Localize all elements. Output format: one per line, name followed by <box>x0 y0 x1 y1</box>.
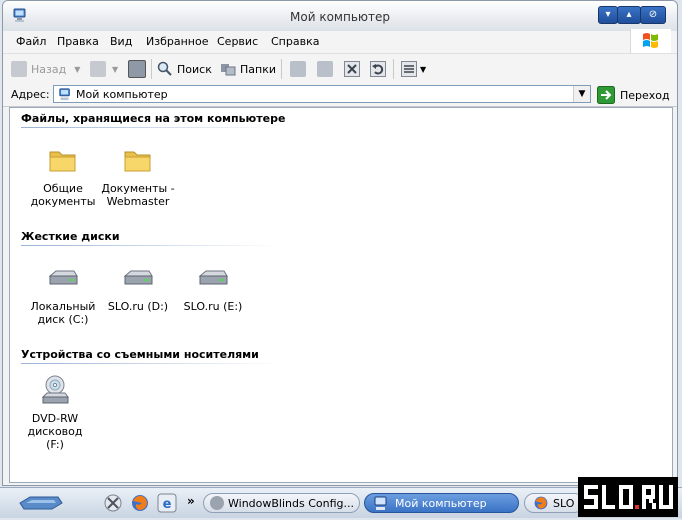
address-bar: Адрес: Мой компьютер ▼ Переход <box>3 84 677 107</box>
quicklaunch-settings[interactable] <box>103 493 123 513</box>
item-label: SLO.ru (E:) <box>183 300 243 313</box>
menu-file[interactable]: Файл <box>16 35 46 48</box>
toolbar: Назад ▼ ▼ Поиск Папки ▼ <box>3 54 677 85</box>
group-divider <box>21 245 281 246</box>
svg-text:e: e <box>163 497 172 512</box>
file-view[interactable]: Файлы, хранящиеся на этом компьютере Общ… <box>9 107 673 483</box>
group-divider <box>21 363 281 364</box>
quicklaunch-firefox[interactable] <box>130 493 150 513</box>
minimize-button[interactable]: ▾ <box>598 6 618 24</box>
undo-icon <box>370 61 386 77</box>
window-title: Мой компьютер <box>290 10 390 24</box>
address-value: Мой компьютер <box>76 88 168 101</box>
item-label: Локальный диск (C:) <box>30 300 96 326</box>
move-to-icon <box>290 61 306 77</box>
windowblinds-icon <box>210 496 224 510</box>
task-firefox[interactable]: SLO <box>524 493 584 513</box>
tools-icon <box>104 494 122 512</box>
menu-tools[interactable]: Сервис <box>217 35 258 48</box>
go-label: Переход <box>620 88 670 102</box>
start-logo-icon <box>19 496 63 510</box>
go-button[interactable]: Переход <box>597 86 670 104</box>
task-label: WindowBlinds Config... <box>228 496 354 510</box>
views-icon <box>401 61 417 77</box>
quicklaunch-ie[interactable]: e <box>157 493 177 513</box>
chevron-down-icon: ▼ <box>74 64 81 74</box>
search-label: Поиск <box>177 62 212 76</box>
windows-logo-icon <box>630 29 671 53</box>
menu-edit[interactable]: Правка <box>57 35 99 48</box>
back-arrow-icon <box>11 61 27 77</box>
my-computer-icon <box>59 88 70 101</box>
slo-ru-watermark-logo <box>578 477 678 517</box>
start-button[interactable] <box>18 493 64 513</box>
firefox-icon <box>132 495 148 511</box>
folder-icon <box>49 151 76 172</box>
group-title-files: Файлы, хранящиеся на этом компьютере <box>21 112 286 125</box>
delete-icon <box>344 61 360 77</box>
menu-view[interactable]: Вид <box>110 35 132 48</box>
restore-button[interactable]: ▴ <box>617 6 641 24</box>
up-button[interactable] <box>128 59 146 79</box>
item-label: DVD-RW дисковод (F:) <box>27 412 83 451</box>
firefox-icon <box>534 496 548 510</box>
internet-explorer-icon: e <box>157 493 177 513</box>
item-label: SLO.ru (D:) <box>107 300 169 313</box>
folders-button[interactable]: Папки <box>220 59 276 79</box>
dvd-drive-icon <box>41 375 69 404</box>
task-windowblinds[interactable]: WindowBlinds Config... <box>203 493 360 513</box>
address-label: Адрес: <box>11 88 50 101</box>
group-title-hard-drives: Жесткие диски <box>21 230 120 243</box>
forward-arrow-icon <box>90 61 106 77</box>
item-label: Общие документы <box>30 182 96 208</box>
my-computer-icon <box>374 496 387 510</box>
menu-help[interactable]: Справка <box>271 35 319 48</box>
group-title-removable: Устройства со съемными носителями <box>21 348 259 361</box>
delete-button[interactable] <box>344 59 360 79</box>
item-webmaster-documents[interactable]: Документы - Webmaster <box>101 144 175 208</box>
menu-favorites[interactable]: Избранное <box>146 35 208 48</box>
explorer-window: Мой компьютер ▾ ▴ ⊘ Файл Правка Вид Избр… <box>2 0 678 486</box>
menu-bar: Файл Правка Вид Избранное Сервис Справка <box>3 29 677 54</box>
item-label: Документы - Webmaster <box>101 182 175 208</box>
address-field[interactable]: Мой компьютер ▼ <box>53 85 591 103</box>
chevron-down-icon: ▼ <box>112 64 119 74</box>
toolbar-separator <box>281 59 282 79</box>
folder-up-icon <box>128 60 146 78</box>
item-local-disk-c[interactable]: Локальный диск (C:) <box>26 262 100 326</box>
search-icon <box>157 61 172 76</box>
copy-to-button[interactable] <box>317 59 333 79</box>
folders-label: Папки <box>240 62 276 76</box>
taskbar-overflow-chevron[interactable]: » <box>187 494 195 508</box>
forward-button[interactable]: ▼ <box>90 59 118 79</box>
back-label: Назад <box>31 62 67 76</box>
address-dropdown-button[interactable]: ▼ <box>573 86 590 102</box>
folders-icon <box>221 64 236 76</box>
go-arrow-icon <box>597 86 615 104</box>
item-dvd-drive-f[interactable]: DVD-RW дисковод (F:) <box>18 374 92 451</box>
group-divider <box>21 127 281 128</box>
task-my-computer[interactable]: Мой компьютер <box>364 493 519 513</box>
folder-icon <box>124 151 151 172</box>
undo-button[interactable] <box>370 59 386 79</box>
close-button[interactable]: ⊘ <box>640 6 666 24</box>
drive-icon <box>123 270 153 285</box>
back-button[interactable]: Назад ▼ <box>11 59 80 79</box>
task-label: SLO <box>553 496 575 510</box>
item-disk-e[interactable]: SLO.ru (E:) <box>176 262 250 313</box>
item-disk-d[interactable]: SLO.ru (D:) <box>101 262 175 313</box>
drive-icon <box>198 270 228 285</box>
toolbar-separator <box>151 59 152 79</box>
drive-icon <box>48 270 78 285</box>
toolbar-separator <box>393 59 394 79</box>
views-button[interactable]: ▼ <box>401 59 426 79</box>
copy-to-icon <box>317 61 333 77</box>
chevron-down-icon: ▼ <box>420 64 427 74</box>
move-to-button[interactable] <box>290 59 306 79</box>
task-label: Мой компьютер <box>395 496 487 510</box>
search-button[interactable]: Поиск <box>157 59 212 79</box>
title-bar[interactable]: Мой компьютер ▾ ▴ ⊘ <box>3 1 677 32</box>
item-shared-documents[interactable]: Общие документы <box>26 144 100 208</box>
